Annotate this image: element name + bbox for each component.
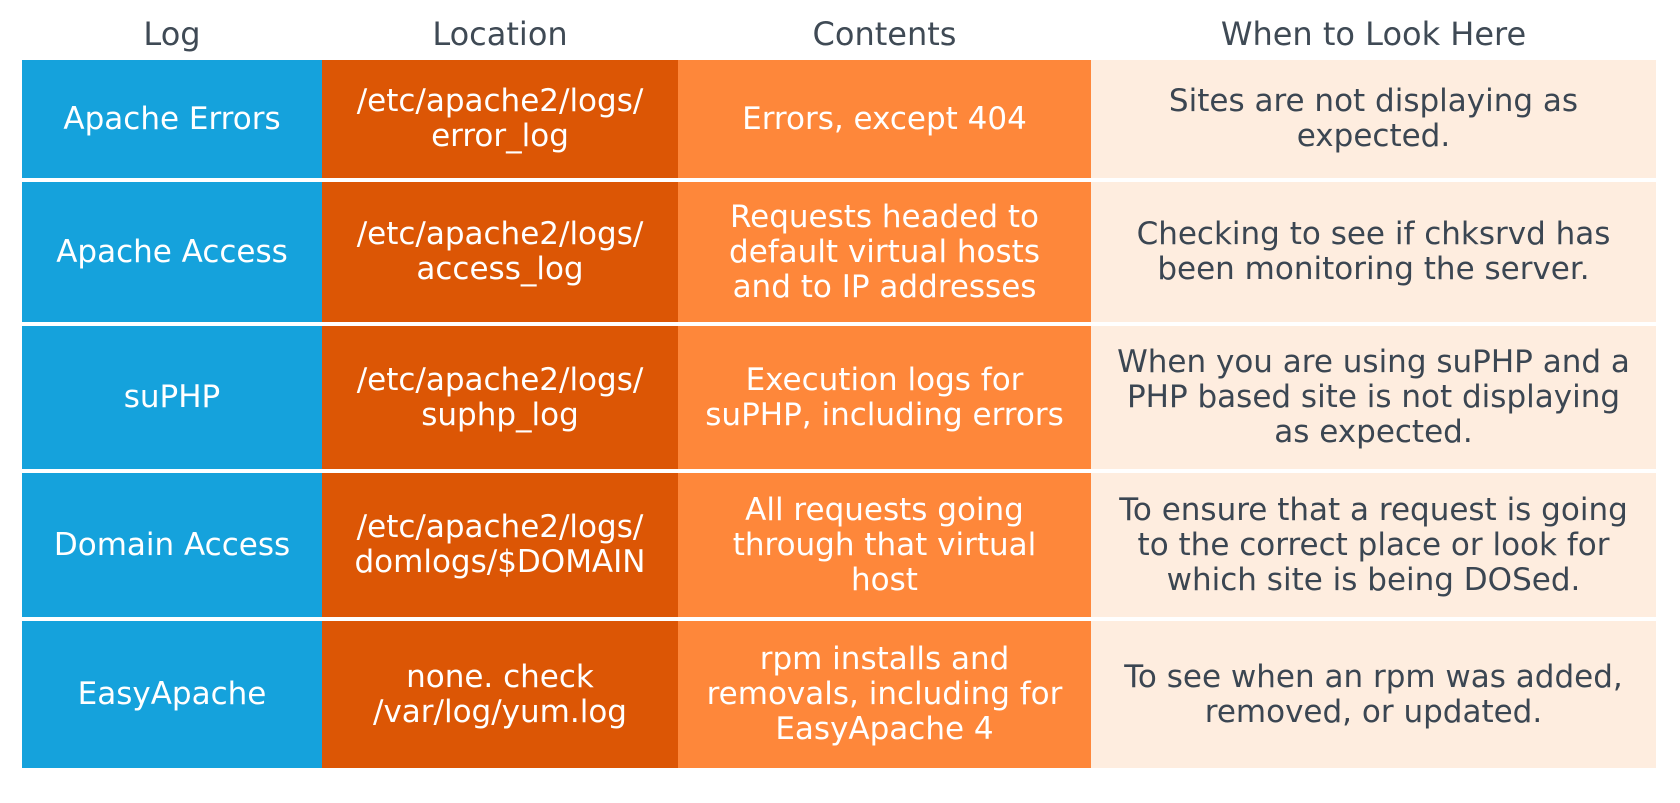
location-cell: /etc/apache2/logs/ error_log (322, 60, 678, 178)
location-cell: /etc/apache2/logs/ suphp_log (322, 326, 678, 469)
header-when-to-look: When to Look Here (1220, 15, 1527, 53)
contents-cell: Errors, except 404 (678, 60, 1091, 178)
log-cell: Apache Errors (22, 60, 322, 178)
when-cell: Sites are not displaying as expected. (1091, 60, 1656, 178)
log-cell: Apache Access (22, 182, 322, 322)
table-row: suPHP /etc/apache2/logs/ suphp_log Execu… (22, 326, 1656, 473)
contents-cell: Execution logs for suPHP, including erro… (678, 326, 1091, 469)
location-cell: /etc/apache2/logs/ access_log (322, 182, 678, 322)
location-cell: none. check /var/log/yum.log (322, 621, 678, 768)
table-row: Apache Errors /etc/apache2/logs/ error_l… (22, 60, 1656, 182)
header-contents: Contents (812, 15, 957, 53)
table-row: EasyApache none. check /var/log/yum.log … (22, 621, 1656, 768)
location-cell: /etc/apache2/logs/ domlogs/$DOMAIN (322, 473, 678, 617)
log-locations-table: Log Location Contents When to Look Here … (22, 8, 1656, 768)
header-log: Log (143, 15, 201, 53)
contents-cell: rpm installs and removals, including for… (678, 621, 1091, 768)
when-cell: Checking to see if chksrvd has been moni… (1091, 182, 1656, 322)
contents-cell: All requests going through that virtual … (678, 473, 1091, 617)
when-cell: When you are using suPHP and a PHP based… (1091, 326, 1656, 469)
header-location: Location (432, 15, 568, 53)
table-row: Domain Access /etc/apache2/logs/ domlogs… (22, 473, 1656, 621)
table-header-row: Log Location Contents When to Look Here (22, 8, 1656, 60)
contents-cell: Requests headed to default virtual hosts… (678, 182, 1091, 322)
log-cell: Domain Access (22, 473, 322, 617)
table-row: Apache Access /etc/apache2/logs/ access_… (22, 182, 1656, 326)
log-cell: suPHP (22, 326, 322, 469)
log-cell: EasyApache (22, 621, 322, 768)
when-cell: To see when an rpm was added, removed, o… (1091, 621, 1656, 768)
when-cell: To ensure that a request is going to the… (1091, 473, 1656, 617)
